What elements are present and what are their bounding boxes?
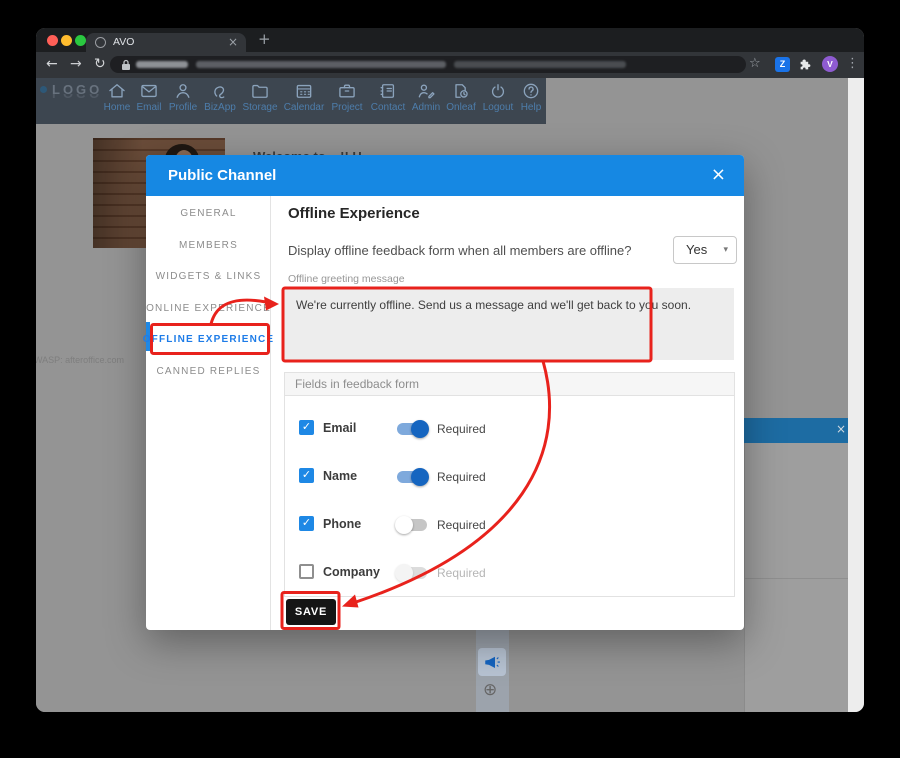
nav-item-home[interactable]: Home [102,81,132,113]
forward-button[interactable]: → [70,56,82,72]
fields-header: Fields in feedback form [284,372,735,396]
nav-item-email[interactable]: Email [134,81,164,113]
nav-item-storage[interactable]: Storage [240,81,280,113]
logout-power-icon [488,81,508,101]
zoom-window-button[interactable] [75,35,86,46]
tab-members[interactable]: MEMBERS [146,230,271,262]
profile-icon [173,81,193,101]
browser-tab[interactable]: AVO × [86,33,246,52]
tab-online-experience[interactable]: ONLINE EXPERIENCE [146,293,271,325]
help-icon [521,81,541,101]
section-heading: Offline Experience [288,205,420,222]
save-button[interactable]: SAVE [286,599,336,625]
nav-item-contact[interactable]: Contact [368,81,408,113]
greeting-message-label: Offline greeting message [288,273,405,285]
nav-item-profile[interactable]: Profile [166,81,200,113]
tab-general[interactable]: GENERAL [146,198,271,230]
greeting-message-textarea[interactable]: We're currently offline. Send us a messa… [284,288,734,360]
nav-item-project[interactable]: Project [328,81,366,113]
new-tab-button[interactable]: + [258,30,271,48]
browser-menu-icon[interactable]: ⋮ [846,56,859,71]
modal-sidebar: GENERAL MEMBERS WIDGETS & LINKS ONLINE E… [146,196,271,630]
email-checkbox[interactable]: ✓ [299,420,314,435]
tab-close-icon[interactable]: × [228,35,238,49]
nav-item-bizapp[interactable]: BizApp [202,81,238,113]
calendar-icon [294,81,314,101]
extension-icon[interactable]: Z [775,57,790,72]
name-required-toggle[interactable] [397,471,427,483]
offline-form-question: Display offline feedback form when all m… [288,243,631,258]
watermark-text: WASP: afteroffice.com [36,355,124,365]
email-icon [139,81,159,101]
browser-toolbar: ← → ↻ ☆ Z V ⋮ [36,52,864,78]
onleaf-doc-clock-icon [451,81,471,101]
nav-item-calendar[interactable]: Calendar [282,81,326,113]
close-window-button[interactable] [47,35,58,46]
announcement-button[interactable] [478,648,506,676]
tab-offline-experience[interactable]: OFFLINE EXPERIENCE [146,324,271,356]
tab-canned-replies[interactable]: CANNED REPLIES [146,356,271,388]
chat-widget-close-icon[interactable]: × [836,422,846,436]
address-bar[interactable] [110,56,746,73]
nav-item-logout[interactable]: Logout [480,81,516,113]
profile-avatar[interactable]: V [822,56,838,72]
name-checkbox[interactable]: ✓ [299,468,314,483]
nav-item-help[interactable]: Help [518,81,544,113]
back-button[interactable]: ← [46,56,58,72]
bookmark-star-icon[interactable]: ☆ [749,56,761,71]
admin-icon [416,81,436,101]
tab-title: AVO [113,36,134,48]
nav-item-onleaf[interactable]: Onleaf [444,81,478,113]
field-row-phone: ✓ Phone Required [285,500,734,548]
chat-widget-header: × [744,418,854,443]
tab-favicon-icon [95,37,106,48]
chevron-down-icon: ▾ [723,237,728,263]
megaphone-icon [483,653,501,671]
screenshot-root: AVO × + ← → ↻ ☆ Z V [0,0,900,758]
field-row-email: ✓ Email Required [285,404,734,452]
extensions-puzzle-icon[interactable] [799,58,812,71]
home-icon [107,81,127,101]
minimize-window-button[interactable] [61,35,72,46]
chat-widget-body [744,443,855,712]
tab-widgets-links[interactable]: WIDGETS & LINKS [146,261,271,293]
phone-required-toggle[interactable] [397,519,427,531]
redacted-url-segment [454,61,626,68]
offline-form-dropdown[interactable]: Yes ▾ [673,236,737,264]
reload-button[interactable]: ↻ [94,56,106,72]
field-row-company: Company Required [285,548,734,596]
tab-strip: AVO × + [36,28,864,52]
app-logo-reflection: LOGO [52,94,102,101]
fields-list: ✓ Email Required ✓ Name Required ✓ Phone… [284,395,735,597]
modal-header: Public Channel × [146,155,744,196]
redacted-url-segment [136,61,188,68]
contact-book-icon [378,81,398,101]
company-required-toggle[interactable] [397,567,427,579]
nav-item-admin[interactable]: Admin [410,81,442,113]
field-row-name: ✓ Name Required [285,452,734,500]
modal-title: Public Channel [168,155,276,196]
app-header: LOGO LOGO Home Email Profile [36,78,546,124]
add-button[interactable]: ⊕ [483,680,497,700]
email-required-toggle[interactable] [397,423,427,435]
logo-dot-icon [40,86,47,93]
company-checkbox[interactable] [299,564,314,579]
redacted-url-segment [196,61,446,68]
public-channel-modal: Public Channel × GENERAL MEMBERS WIDGETS… [146,155,744,630]
bizapp-icon [210,81,230,101]
project-briefcase-icon [337,81,357,101]
main-nav: Home Email Profile BizApp [102,81,544,113]
side-icon-strip: ⊕ [476,630,509,712]
page-scrollbar[interactable] [848,78,864,712]
phone-checkbox[interactable]: ✓ [299,516,314,531]
modal-content: Offline Experience Display offline feedb… [272,196,744,630]
storage-folder-icon [250,81,270,101]
background-chat-widget: × [744,418,854,712]
lock-icon [121,59,131,71]
dropdown-value: Yes [686,237,707,263]
modal-close-icon[interactable]: × [711,155,726,194]
